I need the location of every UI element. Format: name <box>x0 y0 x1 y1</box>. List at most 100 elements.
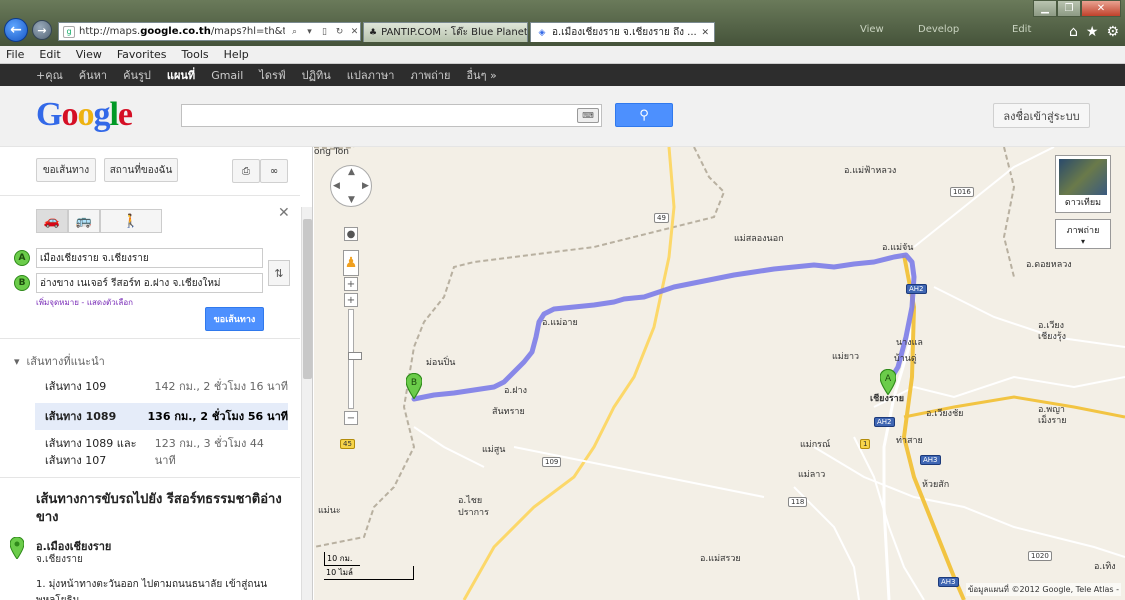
route-option[interactable]: เส้นทาง 1089 และ เส้นทาง 107 123 กม., 3 … <box>35 435 288 469</box>
restore-icon[interactable]: ❐ <box>1057 0 1081 17</box>
mode-transit-button[interactable]: 🚌 <box>68 209 100 233</box>
direction-step[interactable]: 1. มุ่งหน้าทางตะวันออก ไปตามถนนธนาลัย เข… <box>36 577 291 600</box>
route-option[interactable]: เส้นทาง 109 142 กม., 2 ชั่วโมง 16 นาที <box>35 377 288 397</box>
tab-google-maps[interactable]: ◈ อ.เมืองเชียงราย จ.เชียงราย ถึง ... ✕ <box>530 22 715 42</box>
google-logo[interactable]: Google <box>36 96 133 134</box>
sign-in-button[interactable]: ลงชื่อเข้าสู่ระบบ <box>993 103 1090 128</box>
map-label: แม่นะ <box>318 506 341 516</box>
map-label: นางแล <box>896 338 923 348</box>
map-label: บ้านดู่ <box>894 354 917 364</box>
satellite-button[interactable]: ดาวเทียม <box>1055 155 1111 213</box>
origin-input[interactable]: เมืองเชียงราย จ.เชียงราย <box>36 248 263 268</box>
close-window-icon[interactable]: ✕ <box>1081 0 1121 17</box>
forward-arrow-icon[interactable]: → <box>32 20 52 40</box>
home-icon[interactable]: ⌂ <box>1069 24 1078 40</box>
map-label: อ.แม่ฟ้าหลวง <box>844 166 897 176</box>
map-label: ท่าสาย <box>896 436 923 446</box>
map-label: แม่ยาว <box>832 352 860 362</box>
gbar-search[interactable]: ค้นหา <box>79 66 107 84</box>
favorites-star-icon[interactable]: ★ <box>1086 24 1099 40</box>
pan-up-icon[interactable]: ▲ <box>348 167 355 177</box>
zoom-out-button[interactable]: − <box>344 411 358 425</box>
submit-directions-button[interactable]: ขอเส้นทาง <box>205 307 264 331</box>
add-destination-link[interactable]: เพิ่มจุดหมาย - แสดงตัวเลือก <box>36 296 133 309</box>
get-directions-button[interactable]: ขอเส้นทาง <box>36 158 96 182</box>
map-copyright[interactable]: ข้อมูลแผนที่ ©2012 Google, Tele Atlas - <box>965 583 1121 596</box>
marker-a-pin-icon[interactable]: A <box>880 369 896 395</box>
refresh-icon[interactable]: ↻ <box>334 27 345 37</box>
gbar-more[interactable]: อื่นๆ » <box>466 66 496 84</box>
close-icon[interactable]: ✕ <box>278 205 290 221</box>
map-label: อ.พญาเม็งราย <box>1038 405 1067 426</box>
route-distance: 142 กม., 2 ชั่วโมง 16 นาที <box>154 380 289 393</box>
search-button[interactable]: ⚲ <box>615 103 673 127</box>
swap-locations-button[interactable]: ⇅ <box>268 260 290 286</box>
road-shield: 1020 <box>1028 551 1052 561</box>
road-shield: 1016 <box>950 187 974 197</box>
search-input[interactable]: ⌨ <box>181 104 602 127</box>
panel-scrollbar[interactable] <box>301 207 312 600</box>
stop-icon[interactable]: ✕ <box>349 27 360 37</box>
gbar-photos[interactable]: ภาพถ่าย <box>410 66 450 84</box>
menu-edit[interactable]: Edit <box>39 48 60 61</box>
menu-file[interactable]: File <box>6 48 24 61</box>
directions-panel: ขอเส้นทาง สถานที่ของฉัน ⎙ ∞ 🚗 🚌 🚶 ✕ A เม… <box>0 147 313 600</box>
zoom-in-button[interactable]: + <box>344 277 358 291</box>
scroll-thumb[interactable] <box>303 219 312 379</box>
search-icon: ⚲ <box>639 107 649 123</box>
map-label: แม่กรณ์ <box>800 440 831 450</box>
menu-tools[interactable]: Tools <box>182 48 209 61</box>
minimize-icon[interactable]: ▁ <box>1033 0 1057 17</box>
pan-control[interactable]: ▲ ▼ ◀ ▶ <box>330 165 372 207</box>
search-dropdown-icon[interactable]: ⌕ <box>289 27 300 37</box>
zoom-in-small-button[interactable]: + <box>344 293 358 307</box>
background-word: Edit <box>1012 24 1032 35</box>
compat-view-icon[interactable]: ▯ <box>319 27 330 37</box>
gbar-translate[interactable]: แปลภาษา <box>347 66 395 84</box>
menu-view[interactable]: View <box>76 48 102 61</box>
gbar-images[interactable]: ค้นรูป <box>123 66 151 84</box>
keyboard-icon[interactable]: ⌨ <box>577 108 599 123</box>
my-places-button[interactable]: สถานที่ของฉัน <box>104 158 178 182</box>
marker-b-pin-icon[interactable]: B <box>406 373 422 399</box>
pan-right-icon[interactable]: ▶ <box>362 181 369 191</box>
mode-walk-button[interactable]: 🚶 <box>100 209 162 233</box>
map-roads <box>314 147 1125 600</box>
zoom-slider[interactable] <box>348 309 362 409</box>
suggested-routes-heading[interactable]: ▾ เส้นทางที่แนะนำ <box>14 352 105 370</box>
gbar-calendar[interactable]: ปฏิทิน <box>302 66 331 84</box>
route-name: เส้นทาง 109 <box>45 380 107 393</box>
menu-favorites[interactable]: Favorites <box>117 48 167 61</box>
origin-province: จ.เชียงราย <box>36 554 83 565</box>
link-button[interactable]: ∞ <box>260 159 288 183</box>
map-label: อ.แม่สรวย <box>700 554 741 564</box>
photos-layer-button[interactable]: ภาพถ่าย ▾ <box>1055 219 1111 249</box>
divider <box>0 195 300 196</box>
pan-down-icon[interactable]: ▼ <box>348 195 355 205</box>
route-option-selected[interactable]: เส้นทาง 1089 136 กม., 2 ชั่วโมง 56 นาที <box>35 403 288 430</box>
back-arrow-icon[interactable]: ← <box>4 18 28 42</box>
map-canvas[interactable]: ong Ton อ.แม่ฟ้าหลวง แม่สลองนอก อ.แม่จัน… <box>314 147 1125 600</box>
gbar-maps[interactable]: แผนที่ <box>167 66 195 84</box>
gear-icon[interactable]: ⚙ <box>1106 24 1119 40</box>
mode-car-button[interactable]: 🚗 <box>36 209 68 233</box>
marker-a-icon: A <box>14 250 30 266</box>
address-bar[interactable]: g http://maps.google.co.th/maps?hl=th&ta… <box>58 22 361 41</box>
dropdown-icon[interactable]: ▾ <box>304 27 315 37</box>
map-label: สันทราย <box>492 407 525 417</box>
route-name: เส้นทาง 1089 <box>45 410 117 423</box>
close-tab-icon[interactable]: ✕ <box>701 28 709 38</box>
tab-pantip[interactable]: ♣ PANTIP.COM : โต๊ะ Blue Planet : ... <box>363 22 528 42</box>
google-favicon-icon: g <box>63 25 75 38</box>
gbar-drive[interactable]: ไดรฟ์ <box>259 66 285 84</box>
road-shield: 109 <box>542 457 562 467</box>
destination-input[interactable]: อ่างขาง เนเจอร์ รีสอร์ท อ.ฝาง จ.เชียงใหม… <box>36 273 263 293</box>
link-icon: ∞ <box>269 165 279 177</box>
zoom-knob[interactable] <box>348 352 362 360</box>
map-label: ม่อนปิ่น <box>426 358 456 368</box>
gbar-plus[interactable]: +คุณ <box>36 66 63 84</box>
pan-left-icon[interactable]: ◀ <box>333 181 340 191</box>
print-button[interactable]: ⎙ <box>232 159 260 183</box>
menu-help[interactable]: Help <box>224 48 249 61</box>
gbar-gmail[interactable]: Gmail <box>211 69 243 82</box>
